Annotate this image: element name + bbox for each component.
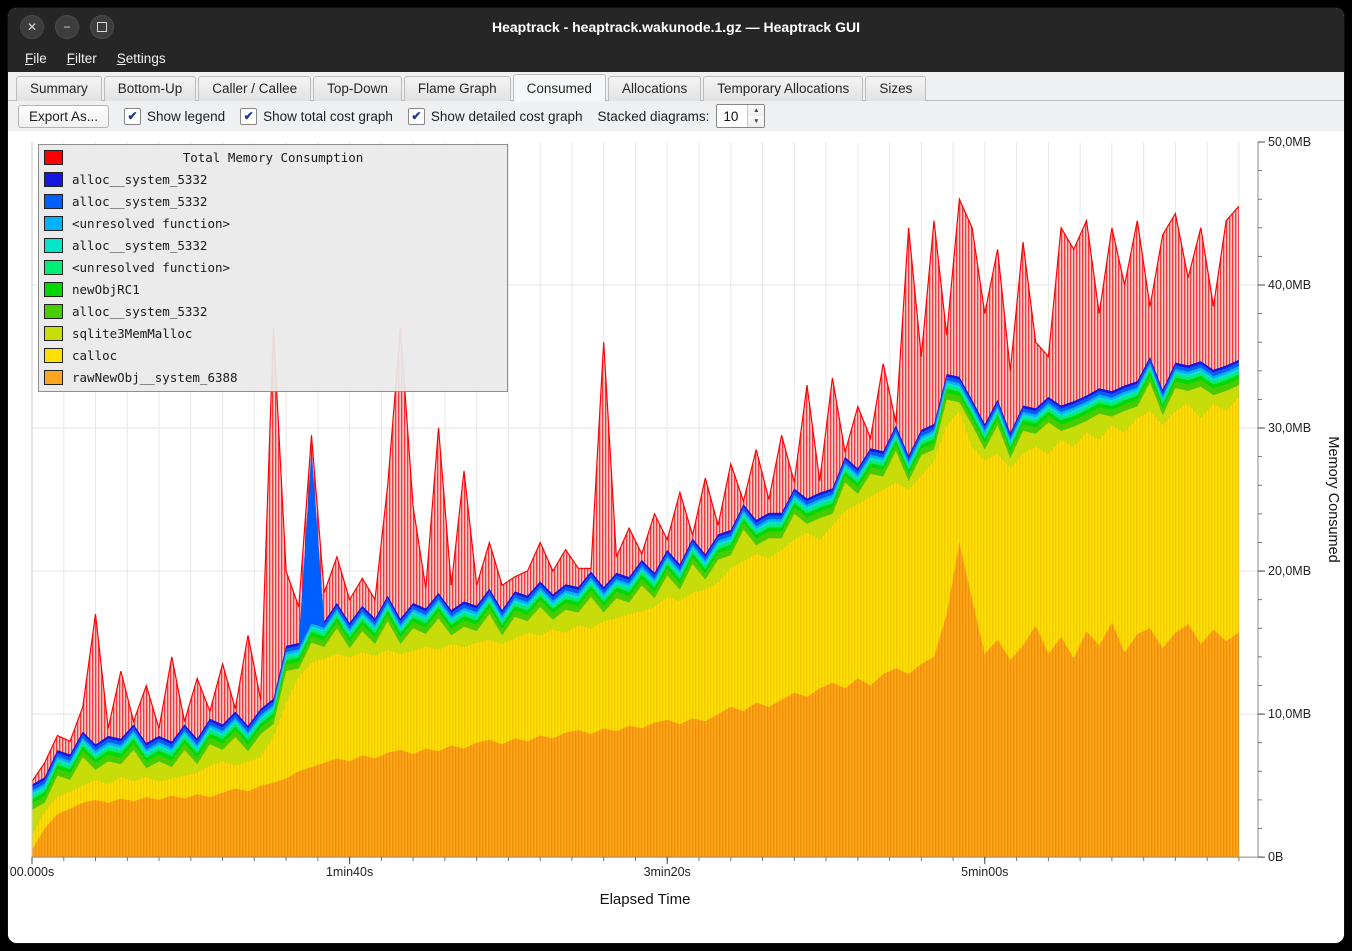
checkmark-icon[interactable]: ✔ — [408, 108, 425, 125]
minimize-icon: − — [63, 21, 70, 33]
legend-swatch — [44, 172, 63, 187]
checkbox-show-detailed-cost-graph[interactable]: ✔ Show detailed cost graph — [408, 108, 583, 125]
legend-item: alloc__system_5332 — [39, 300, 507, 322]
svg-text:30,0MB: 30,0MB — [1268, 421, 1311, 435]
legend-item-label: calloc — [72, 348, 117, 363]
menu-bar: FileFilterSettings — [8, 45, 1344, 72]
svg-text:3min20s: 3min20s — [644, 865, 691, 879]
svg-text:00.000s: 00.000s — [10, 865, 54, 879]
checkbox-label: Show detailed cost graph — [431, 109, 583, 124]
svg-text:10,0MB: 10,0MB — [1268, 707, 1311, 721]
tab-summary[interactable]: Summary — [16, 76, 102, 101]
legend-item-label: newObjRC1 — [72, 282, 140, 297]
menu-filter[interactable]: Filter — [58, 48, 106, 69]
stacked-diagrams-value[interactable]: 10 — [717, 105, 747, 127]
legend-swatch — [44, 238, 63, 253]
legend-title-row: Total Memory Consumption — [39, 146, 507, 168]
legend-swatch — [44, 216, 63, 231]
legend-swatch — [44, 304, 63, 319]
window-title: Heaptrack - heaptrack.wakunode.1.gz — He… — [8, 19, 1344, 35]
close-icon: ✕ — [27, 21, 37, 33]
toolbar-checkboxes: ✔ Show legend ✔ Show total cost graph ✔ Show … — [124, 108, 583, 125]
tab-bottom-up[interactable]: Bottom-Up — [104, 76, 197, 101]
legend-item-label: alloc__system_5332 — [72, 172, 207, 187]
legend-item-label: rawNewObj__system_6388 — [72, 370, 238, 385]
menu-file[interactable]: File — [16, 48, 56, 69]
legend-item-label: sqlite3MemMalloc — [72, 326, 192, 341]
checkbox-label: Show total cost graph — [263, 109, 393, 124]
legend-item: calloc — [39, 344, 507, 366]
legend-swatch — [44, 260, 63, 275]
legend-item: <unresolved function> — [39, 212, 507, 234]
spinner-buttons: ▲ ▼ — [747, 105, 764, 127]
svg-text:40,0MB: 40,0MB — [1268, 278, 1311, 292]
tab-top-down[interactable]: Top-Down — [313, 76, 402, 101]
spinner-up-button[interactable]: ▲ — [748, 105, 764, 116]
svg-text:0B: 0B — [1268, 850, 1283, 864]
tab-consumed[interactable]: Consumed — [513, 74, 606, 102]
maximize-icon — [97, 22, 107, 32]
export-as-button[interactable]: Export As... — [18, 105, 109, 128]
svg-text:50,0MB: 50,0MB — [1268, 135, 1311, 149]
checkbox-show-total-cost-graph[interactable]: ✔ Show total cost graph — [240, 108, 393, 125]
spinner-down-button[interactable]: ▼ — [748, 116, 764, 127]
menu-settings[interactable]: Settings — [108, 48, 175, 69]
maximize-button[interactable] — [90, 15, 114, 39]
legend-title-text: Total Memory Consumption — [183, 150, 364, 165]
stacked-diagrams-spinner[interactable]: 10 ▲ ▼ — [716, 104, 765, 128]
legend-item: rawNewObj__system_6388 — [39, 366, 507, 388]
minimize-button[interactable]: − — [55, 15, 79, 39]
title-bar[interactable]: ✕ − Heaptrack - heaptrack.wakunode.1.gz … — [8, 8, 1344, 45]
chart-area: 00.000s 1min40s 3min20s 5min00s 0B 10,0MB 20,0… — [8, 131, 1344, 943]
tab-flame-graph[interactable]: Flame Graph — [404, 76, 511, 101]
heaptrack-window: ✕ − Heaptrack - heaptrack.wakunode.1.gz … — [8, 8, 1344, 943]
legend-swatch — [44, 194, 63, 209]
svg-text:20,0MB: 20,0MB — [1268, 564, 1311, 578]
stacked-diagrams-label: Stacked diagrams: — [598, 109, 710, 124]
legend-swatch — [44, 282, 63, 297]
checkbox-show-legend[interactable]: ✔ Show legend — [124, 108, 225, 125]
legend-swatch — [44, 326, 63, 341]
legend-item: alloc__system_5332 — [39, 168, 507, 190]
tab-bar: SummaryBottom-UpCaller / CalleeTop-DownF… — [8, 72, 1344, 101]
legend-item-label: alloc__system_5332 — [72, 194, 207, 209]
svg-text:5min00s: 5min00s — [961, 865, 1008, 879]
legend-item-label: <unresolved function> — [72, 216, 230, 231]
toolbar: Export As... ✔ Show legend ✔ Show total cos… — [8, 101, 1344, 131]
legend-item: alloc__system_5332 — [39, 234, 507, 256]
checkbox-label: Show legend — [147, 109, 225, 124]
legend-item-label: alloc__system_5332 — [72, 238, 207, 253]
svg-text:1min40s: 1min40s — [326, 865, 373, 879]
chart-legend: Total Memory Consumption alloc__system_53… — [38, 144, 508, 392]
legend-item: sqlite3MemMalloc — [39, 322, 507, 344]
tab-temporary-allocations[interactable]: Temporary Allocations — [703, 76, 863, 101]
legend-item: newObjRC1 — [39, 278, 507, 300]
tab-caller-callee[interactable]: Caller / Callee — [198, 76, 311, 101]
checkmark-icon[interactable]: ✔ — [240, 108, 257, 125]
legend-swatch — [44, 348, 63, 363]
window-buttons: ✕ − — [8, 15, 114, 39]
legend-swatch-total — [44, 150, 63, 165]
close-button[interactable]: ✕ — [20, 15, 44, 39]
checkmark-icon[interactable]: ✔ — [124, 108, 141, 125]
tab-allocations[interactable]: Allocations — [608, 76, 701, 101]
legend-item: alloc__system_5332 — [39, 190, 507, 212]
legend-item: <unresolved function> — [39, 256, 507, 278]
y-axis-label: Memory Consumed — [1325, 436, 1341, 562]
legend-item-label: alloc__system_5332 — [72, 304, 207, 319]
legend-item-label: <unresolved function> — [72, 260, 230, 275]
x-axis-label: Elapsed Time — [600, 891, 691, 908]
legend-swatch — [44, 370, 63, 385]
tab-sizes[interactable]: Sizes — [865, 76, 926, 101]
